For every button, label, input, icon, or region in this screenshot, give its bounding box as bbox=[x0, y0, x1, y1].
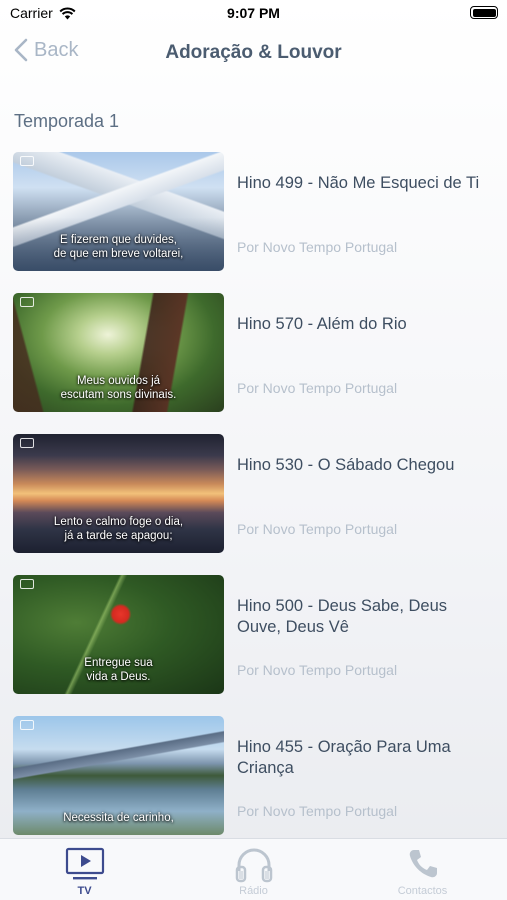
episode-item[interactable]: Meus ouvidos já escutam sons divinais. H… bbox=[0, 291, 507, 413]
season-header: Temporada 1 bbox=[14, 111, 120, 131]
channel-logo-icon bbox=[20, 297, 34, 307]
episode-author: Por Novo Tempo Portugal bbox=[237, 662, 398, 678]
thumbnail-caption: E fizerem que duvides, de que em breve v… bbox=[53, 234, 184, 260]
status-bar: Carrier 9:07 PM bbox=[0, 0, 507, 28]
thumbnail-caption: Meus ouvidos já escutam sons divinais. bbox=[60, 375, 177, 401]
headphones-icon bbox=[235, 848, 272, 883]
episode-thumbnail: Necessita de carinho, bbox=[13, 716, 224, 835]
episode-author: Por Novo Tempo Portugal bbox=[237, 521, 398, 537]
episode-title: Hino 455 - Oração Para Uma Criança bbox=[237, 738, 451, 777]
phone-icon bbox=[409, 850, 437, 878]
tab-label: Rádio bbox=[239, 885, 268, 897]
episode-thumbnail: E fizerem que duvides, de que em breve v… bbox=[13, 152, 224, 271]
tab-tv[interactable]: TV bbox=[0, 839, 169, 900]
navigation-bar: Back Adoração & Louvor bbox=[0, 28, 507, 76]
battery-level bbox=[472, 8, 496, 17]
episode-author: Por Novo Tempo Portugal bbox=[237, 803, 398, 819]
thumbnail-caption: Necessita de carinho, bbox=[63, 812, 174, 824]
channel-logo-icon bbox=[20, 579, 34, 589]
channel-logo-icon bbox=[20, 156, 34, 166]
tab-bar: TV Rádio Contactos bbox=[0, 838, 507, 900]
tab-radio[interactable]: Rádio bbox=[169, 839, 338, 900]
episode-thumbnail: Meus ouvidos já escutam sons divinais. bbox=[13, 293, 224, 412]
episode-author: Por Novo Tempo Portugal bbox=[237, 380, 398, 396]
tab-contacts[interactable]: Contactos bbox=[338, 839, 507, 900]
episode-author: Por Novo Tempo Portugal bbox=[237, 239, 398, 255]
episode-item[interactable]: E fizerem que duvides, de que em breve v… bbox=[0, 150, 507, 272]
tab-label: TV bbox=[77, 885, 92, 897]
thumbnail-caption: Entregue sua vida a Deus. bbox=[84, 657, 153, 683]
episode-title: Hino 530 - O Sábado Chegou bbox=[237, 456, 455, 474]
episode-item[interactable]: Entregue sua vida a Deus. Hino 500 - Deu… bbox=[0, 573, 507, 695]
episode-title: Hino 570 - Além do Rio bbox=[237, 315, 407, 333]
channel-logo-icon bbox=[20, 720, 34, 730]
battery-icon bbox=[470, 6, 498, 19]
tab-label: Contactos bbox=[397, 885, 448, 897]
tv-icon bbox=[65, 847, 104, 880]
status-time: 9:07 PM bbox=[227, 5, 280, 21]
episode-item[interactable]: Lento e calmo foge o dia, já a tarde se … bbox=[0, 432, 507, 554]
episode-thumbnail: Lento e calmo foge o dia, já a tarde se … bbox=[13, 434, 224, 553]
channel-logo-icon bbox=[20, 438, 34, 448]
episode-item[interactable]: Necessita de carinho, Hino 455 - Oração … bbox=[0, 714, 507, 836]
page-title: Adoração & Louvor bbox=[165, 42, 342, 63]
thumbnail-caption: Lento e calmo foge o dia, já a tarde se … bbox=[53, 516, 184, 542]
episode-thumbnail: Entregue sua vida a Deus. bbox=[13, 575, 224, 694]
episode-title: Hino 500 - Deus Sabe, Deus Ouve, Deus Vê bbox=[237, 597, 448, 636]
episode-title: Hino 499 - Não Me Esqueci de Ti bbox=[237, 174, 480, 192]
